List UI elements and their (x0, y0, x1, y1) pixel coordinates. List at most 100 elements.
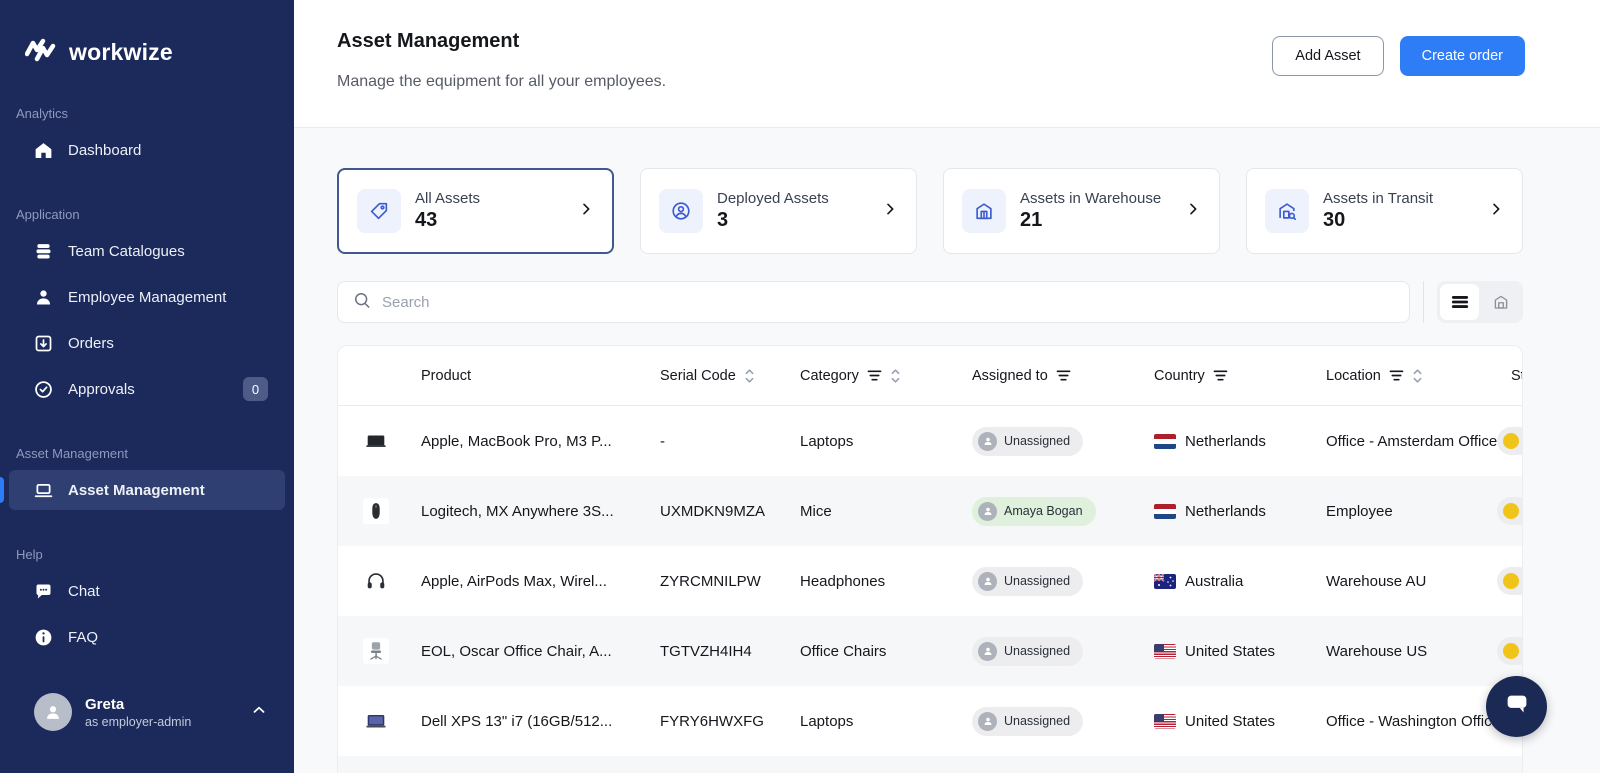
yellow-status-dot (1503, 643, 1519, 659)
table-row[interactable]: Apple, MacBook Pro, M3 P... - Laptops Un… (338, 406, 1523, 476)
card-assets-in-warehouse[interactable]: Assets in Warehouse 21 (943, 168, 1220, 254)
table-header-row: Product Serial Code Category Assigned to (338, 346, 1523, 406)
status-badge (1497, 427, 1523, 455)
table-row[interactable]: Logitech, MX Anywhere 3S... UXMDKN9MZA M… (338, 476, 1523, 546)
status-cell (1511, 637, 1523, 665)
table-row[interactable]: Apple, AirPods Max, Wirel... ZYRCMNILPW … (338, 546, 1523, 616)
column-header-category[interactable]: Category (800, 368, 972, 384)
category: Laptops (800, 433, 972, 450)
sidebar-item-label: Chat (68, 583, 100, 600)
laptop-dark-thumb (363, 428, 389, 454)
headphones-thumb (363, 568, 389, 594)
netherlands-flag (1154, 434, 1176, 449)
country-name: United States (1185, 643, 1275, 660)
sidebar-item-dashboard[interactable]: Dashboard (0, 127, 294, 173)
brand-name: workwize (69, 39, 173, 66)
table-row[interactable]: Dell XPS 13" i7 (16GB/512... FYRY6HWXFG … (338, 686, 1523, 756)
yellow-status-dot (1503, 503, 1519, 519)
chat-launcher-button[interactable] (1486, 676, 1547, 737)
home-icon (33, 140, 54, 161)
assignee-name: Unassigned (1004, 644, 1070, 658)
australia-flag (1154, 574, 1176, 589)
country-cell: Netherlands (1154, 503, 1326, 520)
card-count: 30 (1323, 209, 1433, 232)
sidebar-item-approvals[interactable]: Approvals 0 (0, 366, 294, 412)
card-assets-in-transit[interactable]: Assets in Transit 30 (1246, 168, 1523, 254)
sort-icon (1412, 368, 1423, 384)
column-label: Serial Code (660, 368, 736, 384)
sidebar-item-asset-management[interactable]: Asset Management (9, 470, 285, 510)
approvals-count-badge: 0 (243, 377, 268, 401)
table-row[interactable]: EOL, Oscar Office Chair, A... TGTVZH4IH4… (338, 616, 1523, 686)
united-states-flag (1154, 644, 1176, 659)
column-header-assigned-to[interactable]: Assigned to (972, 368, 1154, 384)
view-toggle (1437, 281, 1523, 323)
sidebar-item-employee-management[interactable]: Employee Management (0, 274, 294, 320)
card-all-assets[interactable]: All Assets 43 (337, 168, 614, 254)
location: Warehouse US (1326, 643, 1511, 660)
card-deployed-assets[interactable]: Deployed Assets 3 (640, 168, 917, 254)
sidebar-item-chat[interactable]: Chat (0, 568, 294, 614)
column-header-serial-code[interactable]: Serial Code (660, 368, 800, 384)
office-chair-thumb (363, 638, 389, 664)
chevron-right-icon (578, 201, 594, 222)
mouse-thumb (363, 498, 389, 524)
column-header-product[interactable]: Product (421, 368, 660, 384)
active-nav-indicator (0, 477, 4, 503)
assigned-to-cell: Unassigned (972, 567, 1154, 596)
summary-cards: All Assets 43 Deployed Assets 3 (337, 168, 1523, 254)
filter-icon (1213, 369, 1228, 382)
status-badge (1497, 637, 1523, 665)
laptop-icon (33, 480, 54, 501)
warehouse-icon (962, 189, 1006, 233)
assignee-name: Unassigned (1004, 714, 1070, 728)
app-root: workwize Analytics Dashboard Application… (0, 0, 1600, 773)
country-cell: Australia (1154, 573, 1326, 590)
country-cell: Netherlands (1154, 433, 1326, 450)
warehouse-view-icon[interactable] (1481, 284, 1520, 320)
column-header-status[interactable]: Status (1511, 368, 1523, 384)
card-count: 43 (415, 209, 480, 232)
serial-code: UXMDKN9MZA (660, 503, 800, 520)
category: Headphones (800, 573, 972, 590)
user-menu[interactable]: Greta as employer-admin (0, 693, 294, 773)
sidebar-item-orders[interactable]: Orders (0, 320, 294, 366)
list-view-icon[interactable] (1440, 284, 1479, 320)
assignee-pill: Unassigned (972, 707, 1083, 736)
search-box (337, 281, 1410, 323)
serial-code: ZYRCMNILPW (660, 573, 800, 590)
category: Mice (800, 503, 972, 520)
netherlands-flag (1154, 504, 1176, 519)
status-cell (1511, 567, 1523, 595)
add-asset-button[interactable]: Add Asset (1272, 36, 1383, 76)
column-header-location[interactable]: Location (1326, 368, 1511, 384)
filter-icon (1389, 369, 1404, 382)
serial-code: FYRY6HWXFG (660, 713, 800, 730)
search-icon (352, 290, 372, 315)
united-states-flag (1154, 714, 1176, 729)
column-label: Category (800, 368, 859, 384)
sidebar-section-help: Help (16, 547, 278, 562)
sidebar-item-team-catalogues[interactable]: Team Catalogues (0, 228, 294, 274)
search-input[interactable] (382, 294, 1395, 311)
location: Employee (1326, 503, 1511, 520)
sidebar-section-asset-management: Asset Management (16, 446, 278, 461)
location: Warehouse AU (1326, 573, 1511, 590)
country-name: United States (1185, 713, 1275, 730)
category: Office Chairs (800, 643, 972, 660)
product-name: EOL, Oscar Office Chair, A... (421, 643, 660, 660)
location: Office - Amsterdam Office (1326, 433, 1511, 450)
create-order-button[interactable]: Create order (1400, 36, 1525, 76)
sidebar-item-label: Approvals (68, 381, 135, 398)
product-name: Apple, MacBook Pro, M3 P... (421, 433, 660, 450)
assignee-pill: Unassigned (972, 637, 1083, 666)
info-icon (33, 627, 54, 648)
sidebar-item-faq[interactable]: FAQ (0, 614, 294, 660)
chevron-up-icon[interactable] (250, 701, 268, 724)
main-area: Asset Management Manage the equipment fo… (294, 0, 1600, 773)
person-icon (978, 712, 997, 731)
workwize-logo[interactable]: workwize (0, 0, 294, 66)
column-header-country[interactable]: Country (1154, 368, 1326, 384)
person-icon (978, 432, 997, 451)
sidebar-item-label: Employee Management (68, 289, 226, 306)
